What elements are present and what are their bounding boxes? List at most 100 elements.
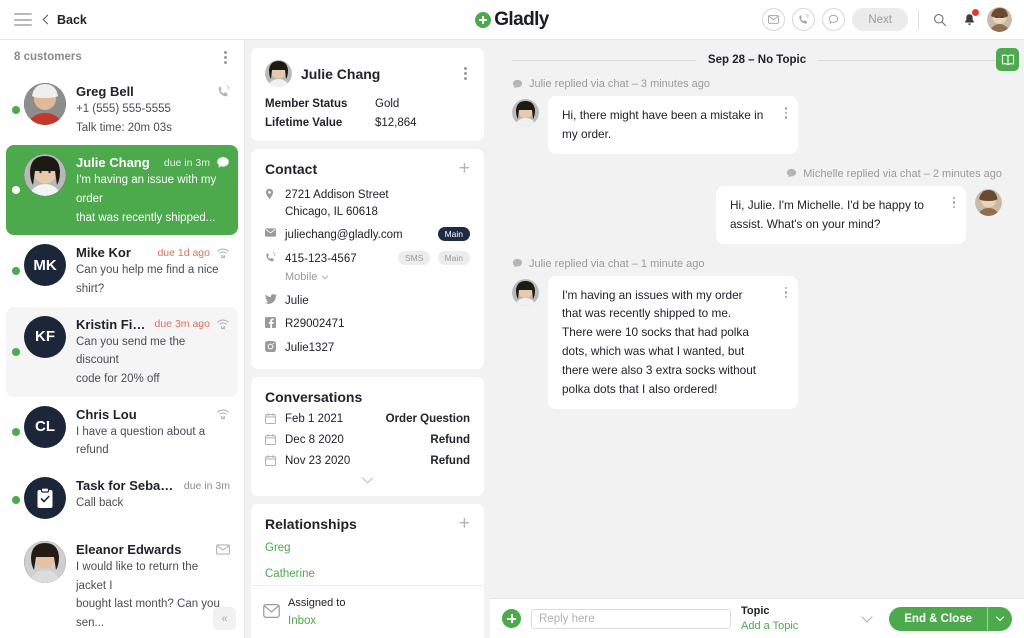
contact-email[interactable]: juliechang@gladly.com	[285, 227, 434, 244]
status-indicator-dot	[12, 267, 20, 276]
message-avatar	[975, 188, 1002, 216]
relationship-link[interactable]: Greg	[265, 542, 470, 554]
message-meta: Julie replied via chat – 3 minutes ago	[512, 78, 1002, 90]
chat-message: Julie replied via chat – 3 minutes ago Hi…	[512, 78, 1002, 154]
customer-name: Chris Lou	[76, 406, 137, 422]
next-button[interactable]: Next	[852, 8, 908, 31]
member-status-label: Member Status	[265, 98, 348, 110]
message-bubble[interactable]: Hi, there might have been a mistake in m…	[548, 96, 798, 154]
add-attachment-plus-icon[interactable]	[502, 609, 521, 628]
chat-channel-icon[interactable]	[822, 8, 846, 31]
contact-twitter[interactable]: Julie	[285, 293, 470, 310]
notification-badge	[972, 8, 979, 16]
status-indicator-dot	[12, 186, 20, 195]
topic-group: Topic Add a Topic	[741, 604, 798, 634]
conversation-history-row[interactable]: Dec 8 2020 Refund	[265, 434, 470, 446]
lifetime-value-label: Lifetime Value	[265, 117, 343, 129]
channel-sms-icon	[216, 247, 230, 259]
calendar-icon	[265, 434, 285, 446]
message-preview: I have a question about a refund	[76, 425, 206, 457]
message-meta: Julie replied via chat – 1 minute ago	[512, 258, 1002, 270]
message-body: Hi, there might have been a mistake in m…	[512, 96, 1002, 154]
message-preview: Call back	[76, 497, 124, 510]
contact-facebook[interactable]: R29002471	[285, 316, 470, 333]
topic-label: Topic	[741, 604, 770, 617]
back-button[interactable]: Back	[42, 13, 87, 27]
avatar-initials: MK	[33, 256, 57, 274]
customer-name: Greg Bell	[76, 84, 134, 99]
current-user-avatar[interactable]	[987, 7, 1012, 32]
hamburger-menu-icon[interactable]	[14, 13, 32, 26]
customer-name: Julie Chang	[76, 155, 150, 171]
customer-list-sidebar: 8 customers Greg Bell +1 (555) 555-5555 Ta…	[0, 40, 245, 638]
customer-options-kebab-icon[interactable]	[461, 64, 470, 83]
knowledge-base-icon[interactable]	[996, 48, 1019, 71]
due-label: due 3m ago	[154, 318, 210, 331]
status-indicator-dot	[12, 347, 20, 356]
topic-chevron-down-icon[interactable]	[861, 610, 873, 623]
add-topic-link[interactable]: Add a Topic	[741, 619, 798, 634]
phone-channel-icon[interactable]	[792, 8, 816, 31]
message-options-kebab-icon[interactable]	[952, 196, 955, 209]
customer-name: Mike Kor	[76, 245, 131, 261]
gladly-logo[interactable]: Gladly	[475, 8, 549, 31]
customer-avatar	[24, 541, 66, 584]
chat-bubble-icon	[512, 79, 523, 88]
notifications-bell-icon[interactable]	[958, 8, 980, 31]
contact-phone[interactable]: 415-123-4567	[285, 253, 357, 265]
phone-badges: SMS Main	[394, 251, 470, 266]
customer-list-item[interactable]: Task for Sebasta... due in 3m Call back	[6, 468, 238, 532]
message-bubble[interactable]: I'm having an issues with my order that …	[548, 275, 798, 409]
message-composer: Topic Add a Topic End & Close	[490, 598, 1024, 638]
chat-bubble-icon	[512, 79, 523, 90]
conversation-history-row[interactable]: Feb 1 2021 Order Question	[265, 413, 470, 425]
phone-type-dropdown[interactable]: Mobile	[285, 270, 394, 286]
expand-conversations-button[interactable]	[265, 476, 470, 484]
email-channel-icon[interactable]	[762, 8, 786, 31]
message-bubble[interactable]: Hi, Julie. I'm Michelle. I'd be happy to…	[716, 185, 966, 244]
customer-list-item[interactable]: Eleanor Edwards I would like to return th…	[6, 532, 238, 638]
logo-text: Gladly	[494, 8, 549, 30]
contact-instagram[interactable]: Julie1327	[285, 340, 470, 357]
conversation-history-row[interactable]: Nov 23 2020 Refund	[265, 455, 470, 467]
end-and-close-dropdown-icon[interactable]	[988, 607, 1012, 631]
message-list: Julie replied via chat – 3 minutes ago Hi…	[512, 78, 1002, 409]
sidebar-options-kebab-icon[interactable]	[221, 48, 230, 67]
calendar-icon	[265, 413, 276, 425]
add-contact-plus-icon[interactable]: +	[459, 159, 470, 178]
customer-avatar	[24, 477, 66, 520]
contact-phone-wrap: 415-123-4567 Mobile	[285, 251, 394, 286]
profile-header: Julie Chang	[265, 60, 470, 87]
sms-icon	[217, 248, 229, 258]
contact-title: Contact	[265, 161, 318, 177]
assigned-to-group: Assigned to Inbox	[288, 593, 345, 629]
customer-list-item[interactable]: KF Kristin Fisher due 3m ago Can you send m…	[6, 306, 238, 397]
customer-list-item[interactable]: CL Chris Lou I have a question about a ref…	[6, 397, 238, 468]
search-icon[interactable]	[929, 9, 951, 31]
customer-list-item[interactable]: Julie Chang due in 3m I'm having an issue …	[6, 145, 238, 236]
chat-message: Michelle replied via chat – 2 minutes ag…	[512, 168, 1002, 244]
customer-list-item[interactable]: Greg Bell +1 (555) 555-5555 Talk time: 20m…	[6, 74, 238, 145]
reply-input[interactable]	[531, 608, 731, 629]
sidebar-header: 8 customers	[0, 40, 244, 74]
status-indicator-dot	[12, 582, 20, 590]
message-options-kebab-icon[interactable]	[784, 286, 787, 298]
sms-icon	[217, 409, 229, 420]
collapse-sidebar-button[interactable]: «	[213, 607, 236, 630]
assigned-to-value[interactable]: Inbox	[288, 615, 316, 627]
chat-bubble-icon	[512, 258, 523, 269]
message-avatar	[512, 99, 539, 126]
location-pin-icon	[265, 187, 285, 200]
chat-bubble-icon	[786, 168, 797, 179]
assigned-to-bar[interactable]: Assigned to Inbox	[251, 585, 484, 638]
conversation-topic: Refund	[430, 433, 470, 446]
add-relationship-plus-icon[interactable]: +	[459, 514, 470, 533]
relationship-link[interactable]: Catherine	[265, 568, 470, 580]
conversation-scroll-area[interactable]: Sep 28 – No Topic Julie replied via chat…	[490, 40, 1024, 598]
end-and-close-button[interactable]: End & Close	[889, 606, 1012, 631]
customer-list-item[interactable]: MK Mike Kor due 1d ago Can you help me find…	[6, 235, 238, 306]
message-meta-text: Julie replied via chat – 1 minute ago	[529, 257, 705, 270]
contact-twitter-row: Julie	[265, 293, 470, 310]
customer-avatar	[265, 60, 292, 87]
message-options-kebab-icon[interactable]	[784, 107, 787, 119]
